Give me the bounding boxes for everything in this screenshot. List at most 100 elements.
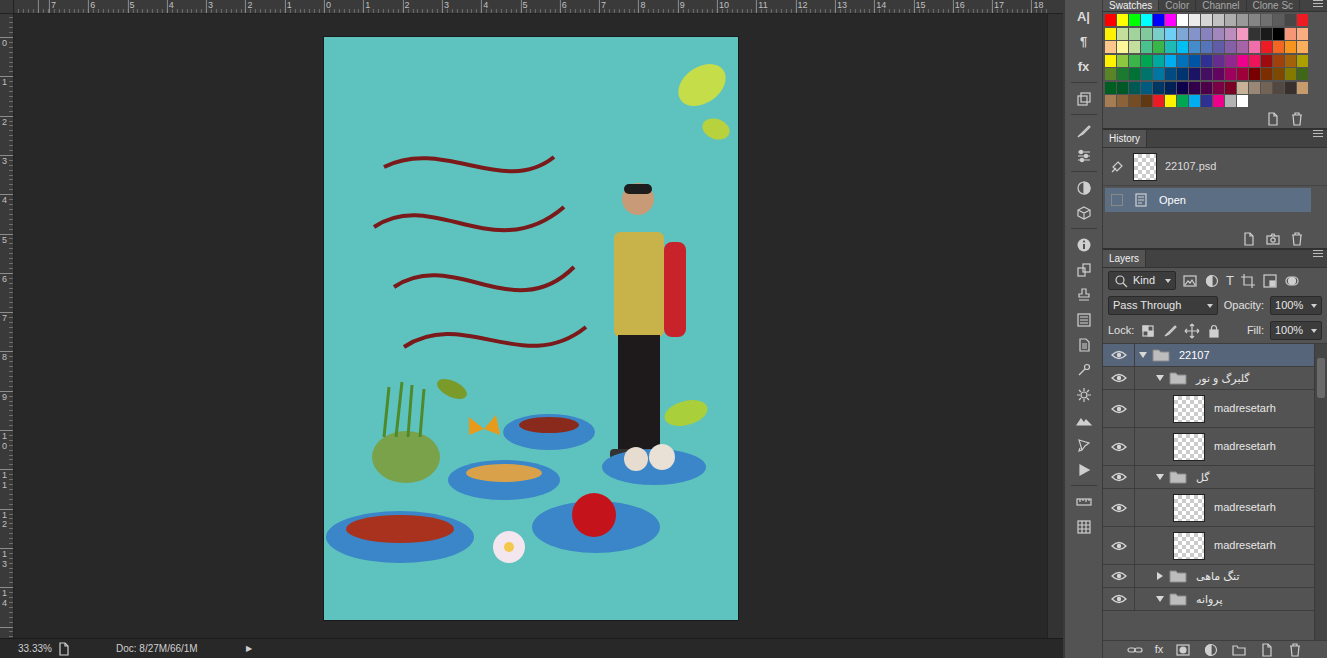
swatch[interactable] — [1153, 95, 1164, 107]
swatch[interactable] — [1189, 68, 1200, 80]
visibility-toggle[interactable] — [1103, 367, 1135, 389]
ruler-corner[interactable] — [0, 0, 14, 14]
panel-menu-icon[interactable] — [1313, 250, 1323, 257]
history-brush-icon[interactable] — [1109, 159, 1125, 175]
swatch[interactable] — [1177, 95, 1188, 107]
swatch[interactable] — [1189, 95, 1200, 107]
pixel-filter-icon[interactable] — [1182, 273, 1198, 289]
trash-icon[interactable] — [1289, 111, 1305, 127]
swatch[interactable] — [1129, 82, 1140, 94]
swatch[interactable] — [1165, 55, 1176, 67]
swatch[interactable] — [1129, 68, 1140, 80]
swatch[interactable] — [1297, 41, 1308, 53]
swatch[interactable] — [1165, 95, 1176, 107]
group-expand-arrow[interactable] — [1156, 375, 1164, 381]
blend-mode-select[interactable]: Pass Through — [1108, 296, 1218, 315]
swatch[interactable] — [1225, 28, 1236, 40]
swatch[interactable] — [1213, 14, 1224, 26]
swatch[interactable] — [1249, 41, 1260, 53]
layer-row[interactable]: گلبرگ و نور — [1103, 367, 1314, 390]
visibility-toggle[interactable] — [1103, 527, 1135, 564]
swatch[interactable] — [1273, 41, 1284, 53]
swatch[interactable] — [1237, 68, 1248, 80]
swatch[interactable] — [1189, 82, 1200, 94]
group-expand-arrow[interactable] — [1156, 474, 1164, 480]
panel-button[interactable] — [1070, 232, 1098, 257]
lock-pixels-icon[interactable] — [1162, 323, 1178, 339]
panel-button[interactable] — [1070, 407, 1098, 432]
swatch[interactable] — [1141, 41, 1152, 53]
swatch[interactable] — [1261, 82, 1272, 94]
swatch[interactable] — [1177, 14, 1188, 26]
swatch[interactable] — [1129, 95, 1140, 107]
fill-field[interactable]: 100% — [1270, 321, 1322, 340]
type-filter-button[interactable]: T — [1226, 274, 1234, 287]
swatch[interactable] — [1237, 14, 1248, 26]
swatch[interactable] — [1213, 82, 1224, 94]
swatch[interactable] — [1213, 28, 1224, 40]
swatch[interactable] — [1129, 14, 1140, 26]
panel-tab[interactable]: Color — [1159, 0, 1196, 11]
swatch[interactable] — [1129, 41, 1140, 53]
swatch[interactable] — [1213, 95, 1224, 107]
zoom-level[interactable]: 33.33% — [18, 641, 56, 656]
panel-button[interactable] — [1070, 143, 1098, 168]
history-step[interactable]: Open — [1105, 188, 1311, 212]
swatch[interactable] — [1261, 41, 1272, 53]
panel-button[interactable] — [1070, 118, 1098, 143]
swatch[interactable] — [1261, 68, 1272, 80]
panel-button[interactable] — [1070, 357, 1098, 382]
panel-button[interactable] — [1070, 432, 1098, 457]
swatch[interactable] — [1189, 41, 1200, 53]
trash-icon[interactable] — [1287, 642, 1303, 658]
swatch[interactable] — [1213, 55, 1224, 67]
swatch[interactable] — [1117, 14, 1128, 26]
new-document-icon[interactable] — [1241, 231, 1257, 247]
layer-row[interactable]: پروانه — [1103, 588, 1314, 611]
document-profile-icon[interactable] — [56, 641, 72, 657]
new-swatch-icon[interactable] — [1265, 111, 1281, 127]
swatch[interactable] — [1261, 55, 1272, 67]
swatch[interactable] — [1273, 55, 1284, 67]
layer-row[interactable]: 22107 — [1103, 344, 1314, 367]
swatch[interactable] — [1105, 41, 1116, 53]
swatch[interactable] — [1117, 41, 1128, 53]
swatch[interactable] — [1141, 28, 1152, 40]
swatch[interactable] — [1237, 82, 1248, 94]
adjustment-icon[interactable] — [1203, 642, 1219, 658]
swatch[interactable] — [1153, 14, 1164, 26]
swatch[interactable] — [1177, 68, 1188, 80]
swatch[interactable] — [1237, 55, 1248, 67]
swatch[interactable] — [1249, 14, 1260, 26]
visibility-toggle[interactable] — [1103, 588, 1135, 610]
panel-button[interactable] — [1070, 382, 1098, 407]
swatch[interactable] — [1225, 14, 1236, 26]
panel-button[interactable] — [1070, 282, 1098, 307]
swatch[interactable] — [1153, 41, 1164, 53]
panel-button[interactable]: A| — [1070, 4, 1098, 29]
panel-button[interactable] — [1070, 86, 1098, 111]
swatch[interactable] — [1297, 14, 1308, 26]
camera-icon[interactable] — [1265, 231, 1281, 247]
filter-kind-select[interactable]: Kind — [1108, 271, 1176, 290]
swatch[interactable] — [1165, 68, 1176, 80]
swatch[interactable] — [1273, 68, 1284, 80]
panel-tab[interactable]: History — [1103, 130, 1147, 147]
lock-all-icon[interactable] — [1206, 323, 1222, 339]
layer-row[interactable]: تنگ ماهی — [1103, 565, 1314, 588]
visibility-toggle[interactable] — [1103, 390, 1135, 427]
swatch[interactable] — [1105, 28, 1116, 40]
swatch[interactable] — [1273, 82, 1284, 94]
swatch[interactable] — [1189, 28, 1200, 40]
swatch[interactable] — [1297, 28, 1308, 40]
swatch[interactable] — [1105, 68, 1116, 80]
status-menu-button[interactable]: ▶ — [246, 643, 252, 655]
swatch[interactable] — [1201, 82, 1212, 94]
swatch[interactable] — [1249, 55, 1260, 67]
swatch[interactable] — [1273, 14, 1284, 26]
swatch[interactable] — [1285, 41, 1296, 53]
swatch[interactable] — [1141, 55, 1152, 67]
panel-tab[interactable]: Layers — [1103, 250, 1146, 267]
layer-row[interactable]: madresetarh — [1103, 489, 1314, 527]
scrollbar-thumb[interactable] — [1317, 358, 1325, 398]
